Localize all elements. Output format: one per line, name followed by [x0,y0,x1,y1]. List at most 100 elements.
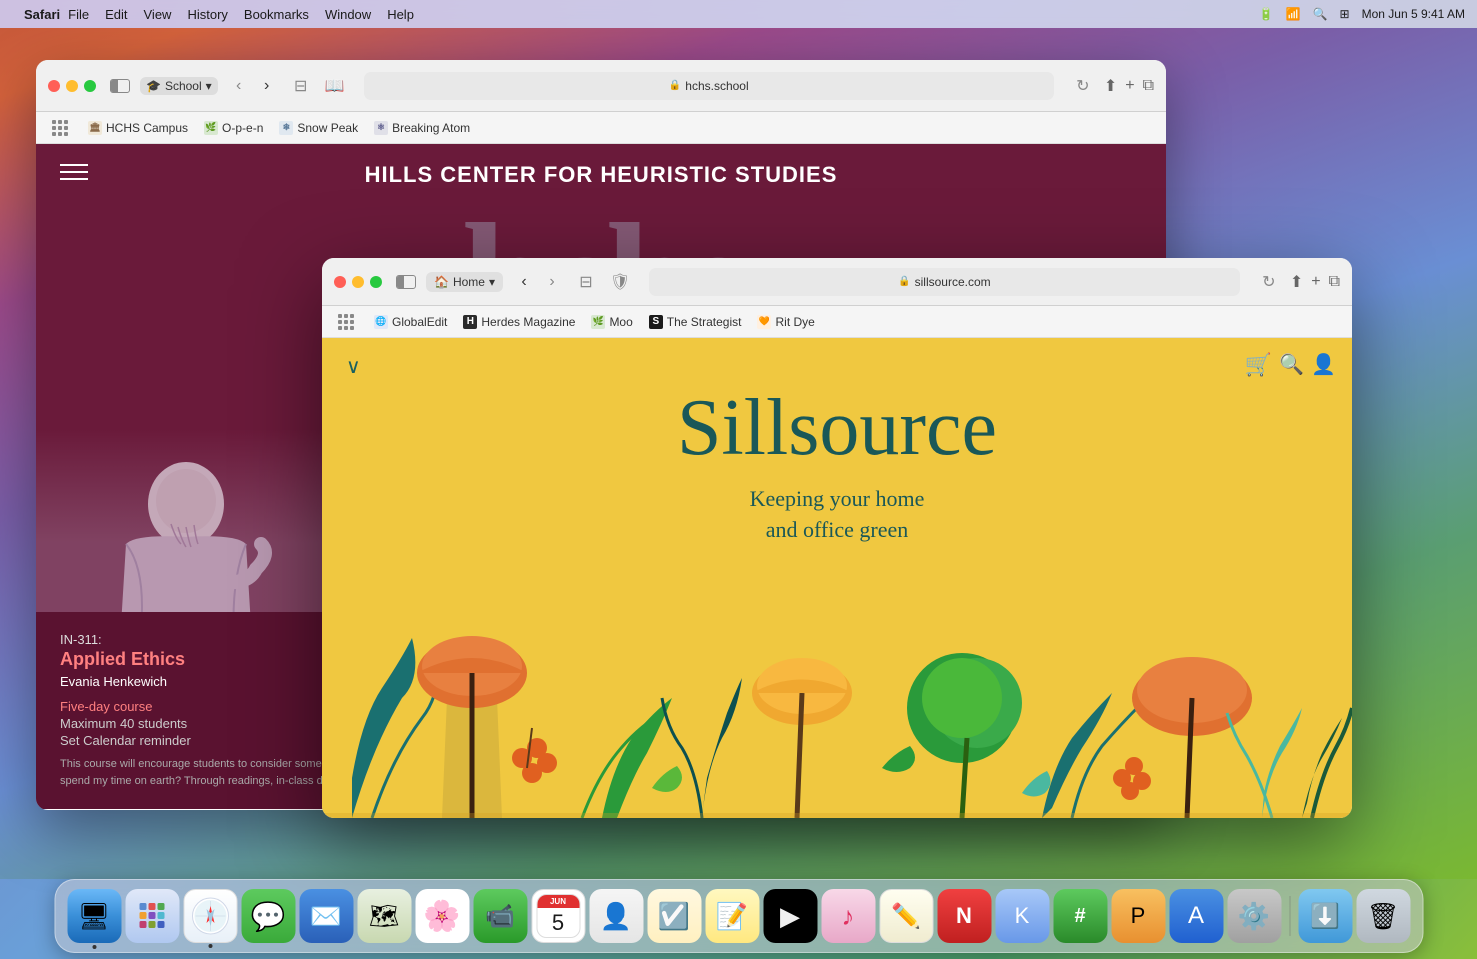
dock-app-mail[interactable]: ✉️ [299,889,353,943]
clock: Mon Jun 5 9:41 AM [1362,7,1465,21]
dock-app-tv[interactable]: ▶ [763,889,817,943]
dock-app-safari[interactable] [183,889,237,943]
bookmark-rit-dye[interactable]: 🧡 Rit Dye [757,315,814,329]
dock-app-airdrop[interactable]: ⬇️ [1298,889,1352,943]
sillsource-cart-icon[interactable]: 🛒 [1245,352,1272,378]
close-button-2[interactable] [334,276,346,288]
apps-grid-icon-2[interactable] [338,314,354,330]
lock-icon-1: 🔒 [669,80,681,91]
menu-bookmarks[interactable]: Bookmarks [244,7,309,22]
bookmark-snow-peak[interactable]: ❄ Snow Peak [279,121,358,135]
refresh-button-2[interactable]: ↻ [1256,269,1282,295]
share-button-1[interactable]: ⬆ [1104,76,1117,96]
dock-app-calendar[interactable]: JUN 5 [531,889,585,943]
menubar-items: File Edit View History Bookmarks Window … [68,7,414,22]
sillsource-user-icon[interactable]: 👤 [1311,352,1336,377]
dock-app-contacts[interactable]: 👤 [589,889,643,943]
dock-app-photos[interactable]: 🌸 [415,889,469,943]
control-center-icon[interactable]: ⊞ [1340,7,1350,21]
nav-buttons-1: ‹ › [226,73,280,99]
menu-history[interactable]: History [187,7,227,22]
dock-app-trash[interactable]: 🗑 [1356,889,1410,943]
back-button-1[interactable]: ‹ [226,73,252,99]
menubar-right: 🔋 📶 🔍 ⊞ Mon Jun 5 9:41 AM [1259,7,1465,21]
menu-file[interactable]: File [68,7,89,22]
tabs-button-2[interactable]: ⧉ [1329,273,1340,291]
home-tab-chevron: ▾ [489,275,495,289]
dock-app-maps[interactable]: 🗺 [357,889,411,943]
dock-app-news[interactable]: N [937,889,991,943]
sillsource-nav-down[interactable]: ∨ [346,354,361,379]
apps-grid-icon[interactable] [52,120,68,136]
bookmarks-list-button[interactable]: ⊟ [288,73,314,99]
tab-school-icon: 🎓 [146,79,161,93]
safari-actions-1: ⬆ + ⧉ [1104,76,1154,96]
tabs-button-1[interactable]: ⧉ [1143,77,1154,95]
dock-app-keynote[interactable]: K [995,889,1049,943]
dock-app-freeform[interactable]: ✏️ [879,889,933,943]
bookmark-moo[interactable]: 🌿 Moo [591,315,632,329]
bookmark-strategist[interactable]: S The Strategist [649,315,742,329]
dock-app-numbers[interactable]: # [1053,889,1107,943]
dock-app-music[interactable]: ♪ [821,889,875,943]
fullscreen-button[interactable] [84,80,96,92]
minimize-button[interactable] [66,80,78,92]
sidebar-toggle-button[interactable] [108,77,132,95]
dock-app-finder[interactable]: 🖥 [67,889,121,943]
traffic-lights-1 [48,80,96,92]
sidebar-icon-2 [396,275,416,289]
sidebar-icon [110,79,130,93]
close-button[interactable] [48,80,60,92]
home-tab[interactable]: 🏠 Home ▾ [426,272,503,292]
menu-help[interactable]: Help [387,7,414,22]
sidebar-toggle-button-2[interactable] [394,273,418,291]
tab-overview-button[interactable]: ⊟ [573,269,599,295]
bookmarks-bar-2: 🌐 GlobalEdit H Herdes Magazine 🌿 Moo S T… [322,306,1352,338]
battery-icon: 🔋 [1259,7,1274,21]
tab-group-school[interactable]: 🎓 School ▾ [140,77,218,95]
shields-button[interactable]: 🛡 [607,269,633,295]
new-tab-button-2[interactable]: + [1311,273,1320,291]
hchs-site-title: HILLS CENTER FOR HEURISTIC STUDIES [36,162,1166,188]
dock: 🖥 💬 ✉️ 🗺 🌸 📹 JUN 5 👤 ☑️ [54,879,1423,953]
bookmark-open[interactable]: 🌿 O-p-e-n [204,121,263,135]
menu-window[interactable]: Window [325,7,371,22]
bookmark-hchs-campus[interactable]: 🏛 HCHS Campus [88,121,188,135]
dock-dot-safari [208,944,212,948]
new-tab-button-1[interactable]: + [1125,77,1134,95]
sillsource-search-icon[interactable]: 🔍 [1279,352,1304,377]
search-icon[interactable]: 🔍 [1313,7,1328,21]
nav-buttons-2: ‹ › [511,269,565,295]
refresh-button-1[interactable]: ↻ [1070,73,1096,99]
dock-app-facetime[interactable]: 📹 [473,889,527,943]
share-button-2[interactable]: ⬆ [1290,272,1303,292]
menu-view[interactable]: View [144,7,172,22]
traffic-lights-2 [334,276,382,288]
back-button-2[interactable]: ‹ [511,269,537,295]
sillsource-website-content: ∨ 🛒 🔍 👤 Sillsource Keeping your home and… [322,338,1352,818]
minimize-button-2[interactable] [352,276,364,288]
dock-app-launchpad[interactable] [125,889,179,943]
forward-button-2[interactable]: › [539,269,565,295]
lock-icon-2: 🔒 [898,276,910,287]
bookmark-breaking-atom[interactable]: ⚛ Breaking Atom [374,121,470,135]
dock-app-appstore[interactable]: A [1169,889,1223,943]
dock-app-messages[interactable]: 💬 [241,889,295,943]
fullscreen-button-2[interactable] [370,276,382,288]
tab-school-label: School [165,79,202,93]
reader-button-1[interactable]: 📖 [322,73,348,99]
forward-button-1[interactable]: › [254,73,280,99]
bookmark-globaledit[interactable]: 🌐 GlobalEdit [374,315,447,329]
bookmark-herdes[interactable]: H Herdes Magazine [463,315,575,329]
sillsource-title: Sillsource [322,338,1352,468]
dock-app-reminders[interactable]: ☑️ [647,889,701,943]
dock-app-pages[interactable]: P [1111,889,1165,943]
dock-app-notes[interactable]: 📝 [705,889,759,943]
menu-edit[interactable]: Edit [105,7,127,22]
wifi-icon: 📶 [1286,7,1301,21]
dock-app-system-settings[interactable]: ⚙️ [1227,889,1281,943]
address-bar-1[interactable]: 🔒 hchs.school [364,72,1054,100]
tab-school-chevron: ▾ [206,79,212,93]
address-bar-2[interactable]: 🔒 sillsource.com [649,268,1240,296]
app-name[interactable]: Safari [24,7,60,22]
